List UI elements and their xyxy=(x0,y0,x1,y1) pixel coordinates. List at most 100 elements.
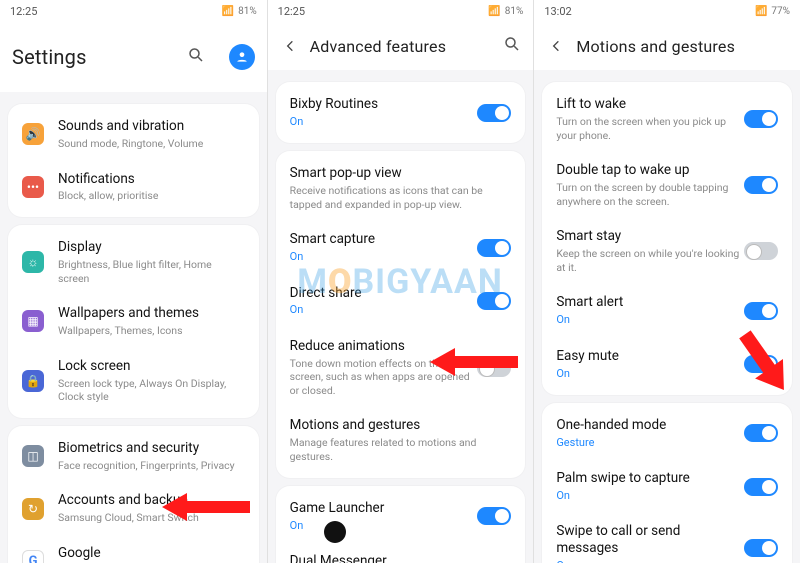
item-subtitle: Tone down motion effects on the screen, … xyxy=(290,357,478,398)
advanced-item-game[interactable]: Game LauncherOn xyxy=(276,490,526,543)
item-subtitle: Manage features related to motions and g… xyxy=(290,436,512,463)
item-title: Google xyxy=(58,545,245,562)
item-subtitle: Screen lock type, Always On Display, Clo… xyxy=(58,377,245,404)
phone-settings: 12:25 📶 81% Settings 🔊Sounds and vibrati… xyxy=(0,0,267,563)
header: Advanced features xyxy=(268,22,534,70)
item-subtitle: Gesture xyxy=(556,436,744,450)
gestures-item-palm[interactable]: Palm swipe to capture On xyxy=(542,460,792,513)
sounds-icon: 🔊 xyxy=(22,123,44,145)
item-title: Dual Messenger xyxy=(290,553,512,563)
settings-item-sounds[interactable]: 🔊Sounds and vibrationSound mode, Rington… xyxy=(8,108,259,161)
google-icon: G xyxy=(22,550,44,563)
toggle-swipe[interactable] xyxy=(744,539,778,557)
search-icon[interactable] xyxy=(503,35,521,57)
back-button[interactable] xyxy=(280,35,302,57)
item-title: Smart stay xyxy=(556,228,744,245)
settings-group: 🔊Sounds and vibrationSound mode, Rington… xyxy=(8,104,259,217)
battery-pct: 77% xyxy=(771,6,790,17)
toggle-onehand[interactable] xyxy=(744,424,778,442)
signal-icon: 📶 xyxy=(222,6,234,17)
header: Motions and gestures xyxy=(534,22,800,70)
search-icon[interactable] xyxy=(187,46,205,68)
status-bar: 13:02 📶 77% xyxy=(534,0,800,22)
notifications-icon: ••• xyxy=(22,176,44,198)
advanced-item-capture[interactable]: Smart captureOn xyxy=(276,221,526,274)
battery-pct: 81% xyxy=(238,6,257,17)
account-avatar[interactable] xyxy=(229,44,255,70)
settings-group: ☼DisplayBrightness, Blue light filter, H… xyxy=(8,225,259,418)
item-on-label: On xyxy=(290,519,478,533)
item-on-label: On xyxy=(556,489,744,503)
settings-item-google[interactable]: GGoogleGoogle settings xyxy=(8,535,259,563)
settings-item-lock[interactable]: 🔒Lock screenScreen lock type, Always On … xyxy=(8,348,259,414)
toggle-reduce[interactable] xyxy=(477,359,511,377)
status-bar: 12:25 📶 81% xyxy=(0,0,267,22)
phone-motions-gestures: 13:02 📶 77% Motions and gestures Lift to… xyxy=(533,0,800,563)
item-on-label: On xyxy=(290,115,478,129)
item-subtitle: Keep the screen on while you're looking … xyxy=(556,247,744,274)
settings-item-notifications[interactable]: •••NotificationsBlock, allow, prioritise xyxy=(8,161,259,214)
item-title: Accounts and backup xyxy=(58,492,245,509)
back-button[interactable] xyxy=(546,35,568,57)
settings-group: Game LauncherOnDual MessengerUse two sep… xyxy=(276,486,526,563)
item-on-label: On xyxy=(556,559,744,563)
advanced-item-popup[interactable]: Smart pop-up viewReceive notifications a… xyxy=(276,155,526,221)
advanced-item-motions[interactable]: Motions and gestures Manage features rela… xyxy=(276,407,526,473)
gestures-item-lift[interactable]: Lift to wake Turn on the screen when you … xyxy=(542,86,792,152)
item-title: Smart alert xyxy=(556,294,744,311)
settings-group: One-handed modeGesturePalm swipe to capt… xyxy=(542,403,792,563)
toggle-capture[interactable] xyxy=(477,239,511,257)
item-subtitle: Samsung Cloud, Smart Switch xyxy=(58,511,245,525)
status-time: 12:25 xyxy=(278,5,305,18)
toggle-alert[interactable] xyxy=(744,302,778,320)
toggle-share[interactable] xyxy=(477,292,511,310)
settings-item-wallpapers[interactable]: ▦Wallpapers and themesWallpapers, Themes… xyxy=(8,295,259,348)
settings-item-display[interactable]: ☼DisplayBrightness, Blue light filter, H… xyxy=(8,229,259,295)
gestures-item-dtap[interactable]: Double tap to wake up Turn on the screen … xyxy=(542,152,792,218)
advanced-item-dual[interactable]: Dual MessengerUse two separate accounts … xyxy=(276,543,526,563)
gestures-list: Lift to wake Turn on the screen when you … xyxy=(534,70,800,563)
gestures-item-onehand[interactable]: One-handed modeGesture xyxy=(542,407,792,460)
toggle-palm[interactable] xyxy=(744,478,778,496)
gestures-item-stay[interactable]: Smart stay Keep the screen on while you'r… xyxy=(542,218,792,284)
gestures-item-alert[interactable]: Smart alert On xyxy=(542,284,792,337)
display-icon: ☼ xyxy=(22,251,44,273)
item-title: Notifications xyxy=(58,171,245,188)
wallpapers-icon: ▦ xyxy=(22,310,44,332)
item-on-label: On xyxy=(556,313,744,327)
item-title: Easy mute xyxy=(556,348,744,365)
item-title: Lift to wake xyxy=(556,96,744,113)
item-subtitle: Receive notifications as icons that can … xyxy=(290,184,512,211)
advanced-item-share[interactable]: Direct shareOn xyxy=(276,275,526,328)
advanced-item-reduce[interactable]: Reduce animations Tone down motion effect… xyxy=(276,328,526,408)
status-right: 📶 81% xyxy=(222,6,257,17)
toggle-bixby[interactable] xyxy=(477,104,511,122)
item-on-label: On xyxy=(290,303,478,317)
item-title: Double tap to wake up xyxy=(556,162,744,179)
phone-advanced-features: 12:25 📶 81% Advanced features Bixby Rout… xyxy=(267,0,534,563)
item-title: Swipe to call or send messages xyxy=(556,523,744,557)
item-title: Palm swipe to capture xyxy=(556,470,744,487)
gestures-item-swipe[interactable]: Swipe to call or send messages On xyxy=(542,513,792,563)
settings-group: Smart pop-up viewReceive notifications a… xyxy=(276,151,526,477)
accounts-icon: ↻ xyxy=(22,498,44,520)
page-title: Advanced features xyxy=(310,37,447,56)
toggle-mute[interactable] xyxy=(744,355,778,373)
settings-item-biometrics[interactable]: ◫Biometrics and securityFace recognition… xyxy=(8,430,259,483)
toggle-stay[interactable] xyxy=(744,242,778,260)
settings-item-accounts[interactable]: ↻ Accounts and backup Samsung Cloud, Smart… xyxy=(8,482,259,535)
status-time: 13:02 xyxy=(544,5,571,18)
item-subtitle: Turn on the screen by double tapping any… xyxy=(556,181,744,208)
toggle-game[interactable] xyxy=(477,507,511,525)
item-title: Motions and gestures xyxy=(290,417,512,434)
settings-group: Bixby RoutinesOn xyxy=(276,82,526,143)
gestures-item-mute[interactable]: Easy muteOn xyxy=(542,338,792,391)
toggle-lift[interactable] xyxy=(744,110,778,128)
item-title: Smart capture xyxy=(290,231,478,248)
page-indicator-dot xyxy=(324,521,346,543)
item-title: Reduce animations xyxy=(290,338,478,355)
item-subtitle: Turn on the screen when you pick up your… xyxy=(556,115,744,142)
toggle-dtap[interactable] xyxy=(744,176,778,194)
advanced-item-bixby[interactable]: Bixby RoutinesOn xyxy=(276,86,526,139)
lock-icon: 🔒 xyxy=(22,370,44,392)
